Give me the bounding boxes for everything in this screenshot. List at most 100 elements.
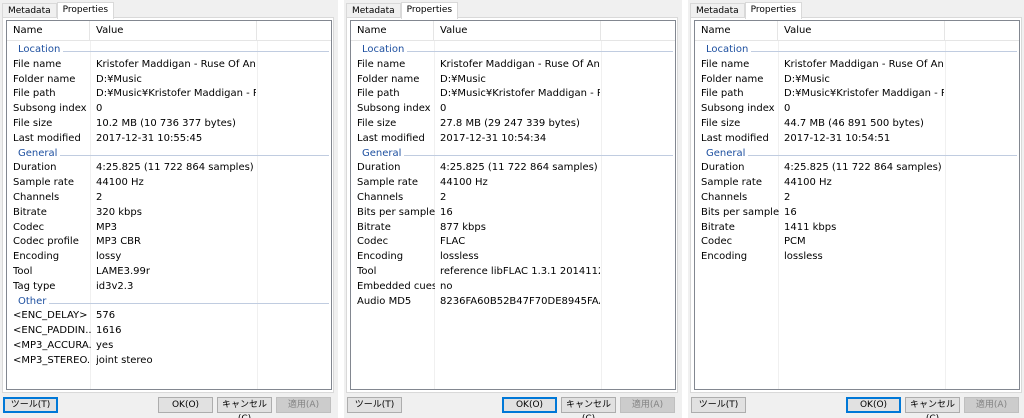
- property-value: Kristofer Maddigan - Ruse Of An O...: [784, 58, 944, 70]
- list-item[interactable]: File path D:¥Music¥Kristofer Maddigan - R…: [7, 87, 331, 102]
- list-item[interactable]: <ENC_DELAY> 576: [7, 309, 331, 324]
- group-title: Location: [706, 43, 752, 58]
- list-item[interactable]: Encoding lossless: [351, 250, 675, 265]
- list-item[interactable]: Codec FLAC: [351, 235, 675, 250]
- column-header-value[interactable]: Value: [434, 21, 601, 41]
- ok-button[interactable]: OK(O): [158, 397, 213, 413]
- list-item[interactable]: Duration 4:25.825 (11 722 864 samples): [7, 161, 331, 176]
- property-value: PCM: [784, 236, 806, 248]
- tab-bar: Metadata Properties: [690, 2, 803, 19]
- tab-properties[interactable]: Properties: [400, 2, 459, 19]
- tool-button[interactable]: ツール(T): [3, 397, 58, 413]
- column-header-value[interactable]: Value: [778, 21, 945, 41]
- cancel-button[interactable]: キャンセル(C): [217, 397, 272, 418]
- group-divider: [18, 51, 329, 52]
- list-item[interactable]: Sample rate 44100 Hz: [7, 176, 331, 191]
- list-item[interactable]: Duration 4:25.825 (11 722 864 samples): [695, 161, 1019, 176]
- list-item[interactable]: Subsong index 0: [7, 102, 331, 117]
- list-item[interactable]: Embedded cues... no: [351, 280, 675, 295]
- list-item[interactable]: File name Kristofer Maddigan - Ruse Of An…: [351, 58, 675, 73]
- list-item[interactable]: Sample rate 44100 Hz: [351, 176, 675, 191]
- list-item[interactable]: Folder name D:¥Music: [695, 73, 1019, 88]
- list-item[interactable]: Bits per sample 16: [695, 206, 1019, 221]
- list-item[interactable]: <MP3_STEREO... joint stereo: [7, 354, 331, 369]
- list-item[interactable]: Subsong index 0: [351, 102, 675, 117]
- list-item[interactable]: <ENC_PADDIN... 1616: [7, 324, 331, 339]
- list-item[interactable]: Bitrate 1411 kbps: [695, 221, 1019, 236]
- property-value: 27.8 MB (29 247 339 bytes): [440, 117, 580, 129]
- tool-button[interactable]: ツール(T): [691, 397, 746, 413]
- property-name: File size: [13, 117, 53, 129]
- properties-list[interactable]: Name Value Location File name Kristofer Ma…: [694, 20, 1020, 390]
- list-item[interactable]: Codec PCM: [695, 235, 1019, 250]
- tab-properties[interactable]: Properties: [744, 2, 803, 19]
- list-item[interactable]: File name Kristofer Maddigan - Ruse Of An…: [7, 58, 331, 73]
- list-item[interactable]: Folder name D:¥Music: [7, 73, 331, 88]
- tab-properties[interactable]: Properties: [56, 2, 115, 19]
- tool-button[interactable]: ツール(T): [347, 397, 402, 413]
- list-item[interactable]: Bitrate 877 kbps: [351, 221, 675, 236]
- group-title: Other: [18, 294, 50, 310]
- list-header: Name Value: [351, 21, 675, 41]
- list-item[interactable]: Last modified 2017-12-31 10:54:34: [351, 132, 675, 147]
- property-name: Sample rate: [701, 177, 762, 189]
- list-item[interactable]: Bitrate 320 kbps: [7, 206, 331, 221]
- tab-metadata[interactable]: Metadata: [690, 3, 745, 18]
- column-header-name[interactable]: Name: [695, 21, 778, 41]
- property-value: 2: [784, 191, 791, 203]
- list-item[interactable]: File size 10.2 MB (10 736 377 bytes): [7, 117, 331, 132]
- group-divider: [706, 154, 1017, 156]
- apply-button[interactable]: 適用(A): [620, 397, 675, 413]
- list-rows: Location File name Kristofer Maddigan - Ru…: [7, 43, 331, 369]
- properties-list[interactable]: Name Value Location File name Kristofer Ma…: [350, 20, 676, 390]
- list-item[interactable]: File name Kristofer Maddigan - Ruse Of An…: [695, 58, 1019, 73]
- tab-metadata[interactable]: Metadata: [346, 3, 401, 18]
- list-item[interactable]: Last modified 2017-12-31 10:55:45: [7, 132, 331, 147]
- list-item[interactable]: File size 44.7 MB (46 891 500 bytes): [695, 117, 1019, 132]
- list-item[interactable]: Audio MD5 8236FA60B52B47F70DE8945FAA8...: [351, 295, 675, 310]
- list-item[interactable]: Codec profile MP3 CBR: [7, 235, 331, 250]
- list-item[interactable]: Bits per sample 16: [351, 206, 675, 221]
- property-name: Codec profile: [13, 236, 79, 248]
- property-value: lossless: [784, 251, 823, 263]
- apply-button[interactable]: 適用(A): [276, 397, 331, 413]
- list-item[interactable]: Channels 2: [7, 191, 331, 206]
- property-value: joint stereo: [96, 354, 153, 366]
- property-value: 8236FA60B52B47F70DE8945FAA8...: [440, 295, 600, 307]
- property-value: 2: [440, 191, 447, 203]
- list-item[interactable]: File size 27.8 MB (29 247 339 bytes): [351, 117, 675, 132]
- list-item[interactable]: Codec MP3: [7, 221, 331, 236]
- list-item[interactable]: Channels 2: [351, 191, 675, 206]
- list-item[interactable]: Folder name D:¥Music: [351, 73, 675, 88]
- column-header-value[interactable]: Value: [90, 21, 257, 41]
- list-item[interactable]: File path D:¥Music¥Kristofer Maddigan - R…: [695, 87, 1019, 102]
- apply-button[interactable]: 適用(A): [964, 397, 1019, 413]
- list-item[interactable]: <MP3_ACCURA... yes: [7, 339, 331, 354]
- property-name: Last modified: [357, 132, 425, 144]
- column-header-name[interactable]: Name: [351, 21, 434, 41]
- list-item[interactable]: File path D:¥Music¥Kristofer Maddigan - R…: [351, 87, 675, 102]
- property-name: Channels: [357, 191, 404, 203]
- properties-list[interactable]: Name Value Location File name Kristofer Ma…: [6, 20, 332, 390]
- list-item[interactable]: Tag type id3v2.3: [7, 280, 331, 295]
- property-value: 10.2 MB (10 736 377 bytes): [96, 117, 236, 129]
- property-name: Codec: [357, 236, 389, 248]
- tab-metadata[interactable]: Metadata: [2, 3, 57, 18]
- cancel-button[interactable]: キャンセル(C): [905, 397, 960, 418]
- cancel-button[interactable]: キャンセル(C): [561, 397, 616, 418]
- list-item[interactable]: Tool reference libFLAC 1.3.1 20141125: [351, 265, 675, 280]
- list-item[interactable]: Encoding lossless: [695, 250, 1019, 265]
- list-item[interactable]: Encoding lossy: [7, 250, 331, 265]
- list-item[interactable]: Sample rate 44100 Hz: [695, 176, 1019, 191]
- list-item[interactable]: Channels 2: [695, 191, 1019, 206]
- list-item[interactable]: Tool LAME3.99r: [7, 265, 331, 280]
- list-item[interactable]: Subsong index 0: [695, 102, 1019, 117]
- group-header: General: [351, 146, 675, 162]
- list-item[interactable]: Duration 4:25.825 (11 722 864 samples): [351, 161, 675, 176]
- ok-button[interactable]: OK(O): [502, 397, 557, 413]
- property-value: FLAC: [440, 236, 466, 248]
- group-header: General: [695, 146, 1019, 162]
- list-item[interactable]: Last modified 2017-12-31 10:54:51: [695, 132, 1019, 147]
- ok-button[interactable]: OK(O): [846, 397, 901, 413]
- column-header-name[interactable]: Name: [7, 21, 90, 41]
